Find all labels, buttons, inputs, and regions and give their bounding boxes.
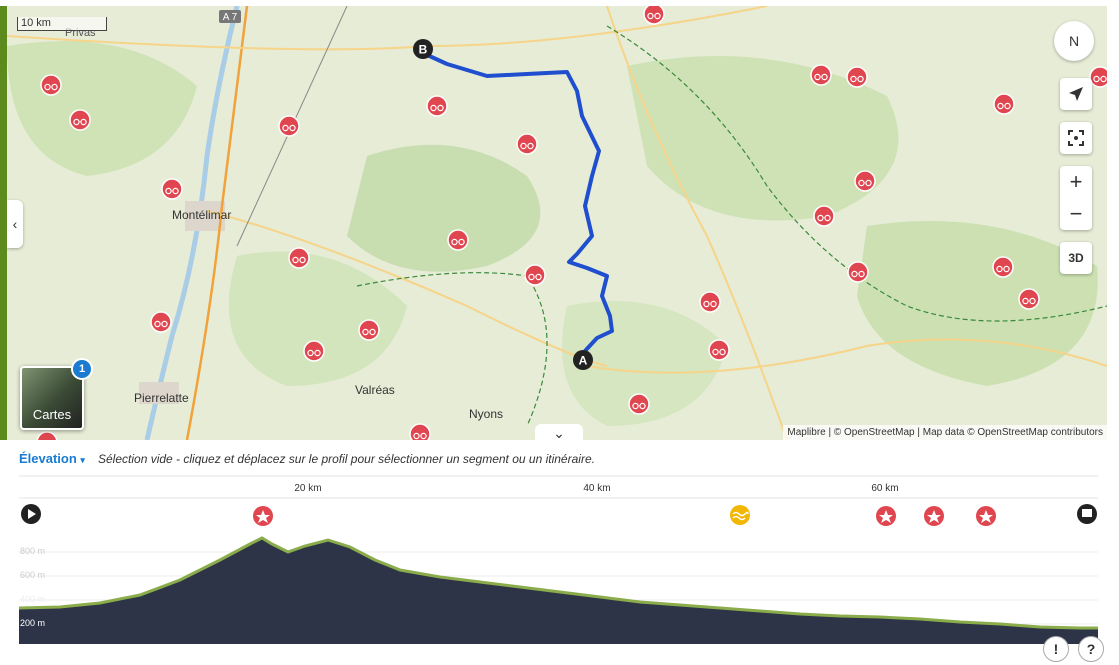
navigation-arrow-icon: [1069, 87, 1083, 101]
bike-poi-marker: [708, 339, 730, 361]
compass-button[interactable]: N: [1054, 21, 1094, 61]
bike-poi-marker: [69, 109, 91, 131]
zoom-controls: + −: [1060, 166, 1092, 230]
bike-poi-marker: [358, 319, 380, 341]
bike-poi-marker: [699, 291, 721, 313]
bike-poi-marker: [447, 229, 469, 251]
scale-label: 10 km: [21, 17, 51, 29]
bike-poi-marker: [992, 256, 1014, 278]
bike-poi-marker: [150, 311, 172, 333]
place-label: Montélimar: [172, 208, 231, 222]
bike-poi-marker: [40, 74, 62, 96]
left-edge-strip: [0, 6, 7, 440]
bike-poi-marker: [278, 115, 300, 137]
place-label: Pierrelatte: [134, 391, 189, 405]
elevation-panel: Élevation ▾ Sélection vide - cliquez et …: [0, 440, 1119, 665]
bike-poi-marker: [516, 133, 538, 155]
panel-toggle-tab[interactable]: ⌄: [535, 424, 583, 440]
map-attribution: Maplibre | © OpenStreetMap | Map data © …: [783, 425, 1107, 440]
map-base: B A Privas Montélimar Pierrelatte Valréa…: [7, 6, 1107, 440]
highlight-marker: [924, 506, 944, 526]
selection-message: Sélection vide - cliquez et déplacez sur…: [98, 452, 595, 466]
fullscreen-icon: [1068, 130, 1084, 146]
svg-text:B: B: [419, 43, 428, 57]
sidebar-collapse-tab[interactable]: ‹: [7, 200, 23, 248]
bike-poi-marker: [643, 6, 665, 25]
three-d-label: 3D: [1068, 251, 1084, 265]
bike-poi-marker: [303, 340, 325, 362]
start-flag-marker: [21, 504, 41, 524]
elevation-dropdown-label: Élevation: [19, 451, 77, 466]
caret-down-icon: ▾: [80, 455, 85, 465]
bike-poi-marker: [846, 66, 868, 88]
zoom-out-button[interactable]: −: [1060, 198, 1092, 230]
exclamation-icon: !: [1053, 641, 1059, 657]
bike-poi-marker: [288, 247, 310, 269]
svg-text:A: A: [579, 354, 588, 368]
bike-poi-marker: [1018, 288, 1040, 310]
y-tick-label: 400 m: [20, 594, 45, 604]
bike-poi-marker: [161, 178, 183, 200]
highlight-marker: [976, 506, 996, 526]
x-tick-label: 20 km: [294, 483, 321, 494]
bike-poi-marker: [993, 93, 1015, 115]
locate-button[interactable]: [1060, 78, 1092, 110]
highlight-marker: [253, 506, 273, 526]
place-label: Nyons: [469, 407, 503, 421]
help-icon: ?: [1086, 641, 1096, 657]
map-view[interactable]: B A Privas Montélimar Pierrelatte Valréa…: [7, 6, 1107, 440]
highway-shield-label: A 7: [223, 12, 238, 23]
x-tick-label: 40 km: [583, 483, 610, 494]
y-tick-label: 800 m: [20, 546, 45, 556]
place-label: Valréas: [355, 383, 395, 397]
help-button[interactable]: ?: [1078, 636, 1104, 662]
y-tick-label: 200 m: [20, 618, 45, 628]
water-marker: [730, 505, 750, 525]
x-tick-label: 60 km: [871, 483, 898, 494]
bike-poi-marker: [813, 205, 835, 227]
map-layers-label: Cartes: [32, 407, 72, 422]
elevation-profile[interactable]: 20 km 40 km 60 km 800 m 600 m 400 m 200 …: [0, 470, 1119, 665]
elevation-dropdown[interactable]: Élevation ▾: [19, 451, 85, 466]
highlight-marker: [876, 506, 896, 526]
route-end-marker: B: [413, 39, 433, 59]
fullscreen-button[interactable]: [1060, 122, 1092, 154]
zoom-in-button[interactable]: +: [1060, 166, 1092, 198]
bike-poi-marker: [524, 264, 546, 286]
bike-poi-marker: [810, 64, 832, 86]
bike-poi-marker: [628, 393, 650, 415]
finish-flag-marker: [1077, 504, 1097, 524]
bike-poi-marker: [426, 95, 448, 117]
bike-poi-marker: [847, 261, 869, 283]
bike-poi-marker: [1089, 66, 1107, 88]
y-tick-label: 600 m: [20, 570, 45, 580]
map-layers-badge: 1: [71, 358, 93, 380]
bike-poi-marker: [409, 423, 431, 440]
three-d-button[interactable]: 3D: [1060, 242, 1092, 274]
chevron-down-icon: ⌄: [553, 424, 565, 441]
scale-bar: 10 km: [17, 17, 107, 31]
compass-icon: N: [1068, 33, 1080, 49]
report-button[interactable]: !: [1043, 636, 1069, 662]
chevron-left-icon: ‹: [12, 216, 18, 232]
bike-poi-marker: [854, 170, 876, 192]
route-start-marker: A: [573, 350, 593, 370]
